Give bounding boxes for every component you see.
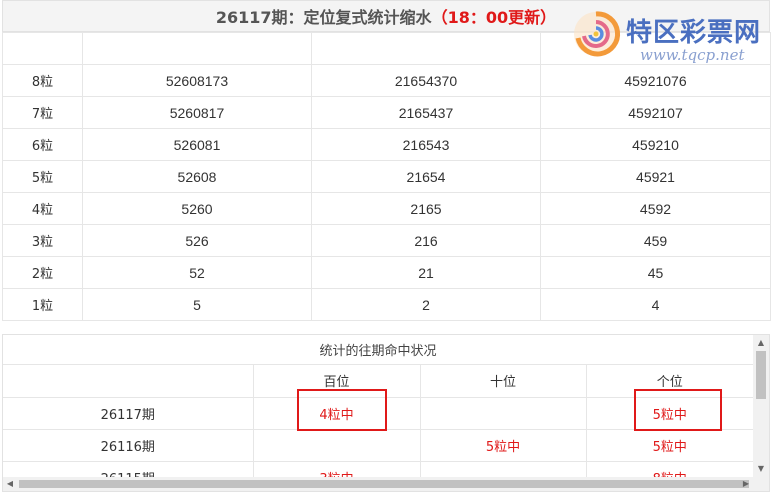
ge-hit-cell: 5粒中 (585, 397, 753, 430)
title-text: 26117期：定位复式统计缩水 (215, 8, 432, 27)
history-panel[interactable]: 统计的往期命中状况 百位 十位 个位 26117期 4粒中 5粒中 26116期… (2, 334, 770, 492)
scroll-up-icon[interactable]: ▲ (753, 335, 769, 351)
table-row: 6粒 526081 216543 459210 (2, 128, 771, 161)
history-table: 百位 十位 个位 26117期 4粒中 5粒中 26116期 5粒中 5粒中 2… (3, 365, 753, 491)
table-row: 8粒 52608173 21654370 45921076 (2, 64, 771, 97)
history-title: 统计的往期命中状况 (3, 335, 753, 365)
shrink-table: 8粒 52608173 21654370 45921076 7粒 5260817… (2, 32, 771, 321)
history-header-row: 百位 十位 个位 (3, 365, 753, 398)
row-label: 4粒 (2, 192, 83, 225)
header-cell (2, 32, 83, 65)
bai-cell: 5260 (82, 192, 312, 225)
bai-cell: 5260817 (82, 96, 312, 129)
shi-cell: 2165437 (311, 96, 541, 129)
ge-cell: 4592107 (540, 96, 771, 129)
header-cell (3, 365, 253, 398)
site-logo: 特区彩票网 www.tqcp.net (570, 8, 766, 64)
vertical-scrollbar[interactable]: ▲ ▼ (753, 335, 769, 477)
row-label: 6粒 (2, 128, 83, 161)
ge-hit-cell: 5粒中 (585, 429, 753, 462)
table-row: 7粒 5260817 2165437 4592107 (2, 96, 771, 129)
swirl-logo-icon (574, 11, 621, 57)
header-cell (311, 32, 541, 65)
logo-brand-text: 特区彩票网 (626, 18, 762, 48)
ge-cell: 45921 (540, 160, 771, 193)
table-row: 3粒 526 216 459 (2, 224, 771, 257)
bai-cell: 526081 (82, 128, 312, 161)
shi-hit-cell (419, 397, 586, 430)
update-time: （18：00更新） (431, 8, 557, 27)
ge-cell: 45 (540, 256, 771, 289)
bai-cell: 52 (82, 256, 312, 289)
shi-cell: 2 (311, 288, 541, 321)
table-row: 5粒 52608 21654 45921 (2, 160, 771, 193)
row-label: 8粒 (2, 64, 83, 97)
ge-cell: 459 (540, 224, 771, 257)
row-label: 1粒 (2, 288, 83, 321)
row-label: 5粒 (2, 160, 83, 193)
shi-cell: 2165 (311, 192, 541, 225)
table-row: 2粒 52 21 45 (2, 256, 771, 289)
bai-cell: 526 (82, 224, 312, 257)
header-cell-ge: 个位 (585, 365, 753, 398)
shi-cell: 21654370 (311, 64, 541, 97)
row-label: 7粒 (2, 96, 83, 129)
scroll-right-icon[interactable]: ▶ (739, 477, 753, 491)
table-row: 4粒 5260 2165 4592 (2, 192, 771, 225)
shi-cell: 21654 (311, 160, 541, 193)
row-label: 3粒 (2, 224, 83, 257)
bai-hit-cell: 4粒中 (252, 397, 420, 430)
bai-cell: 52608173 (82, 64, 312, 97)
period-cell: 26117期 (3, 397, 253, 430)
row-label: 2粒 (2, 256, 83, 289)
header-cell-shi: 十位 (419, 365, 586, 398)
logo-url-text: www.tqcp.net (640, 46, 745, 64)
horizontal-scrollbar[interactable]: ◀ ▶ (3, 477, 769, 491)
scroll-thumb[interactable] (756, 351, 766, 399)
history-content: 统计的往期命中状况 百位 十位 个位 26117期 4粒中 5粒中 26116期… (3, 335, 753, 491)
ge-cell: 45921076 (540, 64, 771, 97)
scroll-down-icon[interactable]: ▼ (753, 461, 769, 477)
shi-cell: 216543 (311, 128, 541, 161)
shi-hit-cell: 5粒中 (419, 429, 586, 462)
history-row: 26116期 5粒中 5粒中 (3, 429, 753, 462)
ge-cell: 4 (540, 288, 771, 321)
ge-cell: 4592 (540, 192, 771, 225)
shi-cell: 216 (311, 224, 541, 257)
bai-hit-cell (252, 429, 420, 462)
history-row: 26117期 4粒中 5粒中 (3, 397, 753, 430)
table-row: 1粒 5 2 4 (2, 288, 771, 321)
shi-cell: 21 (311, 256, 541, 289)
period-cell: 26116期 (3, 429, 253, 462)
header-cell-bai: 百位 (252, 365, 420, 398)
ge-cell: 459210 (540, 128, 771, 161)
scroll-left-icon[interactable]: ◀ (3, 477, 17, 491)
bai-cell: 52608 (82, 160, 312, 193)
scroll-thumb-horizontal[interactable] (19, 480, 749, 488)
bai-cell: 5 (82, 288, 312, 321)
header-cell (82, 32, 312, 65)
